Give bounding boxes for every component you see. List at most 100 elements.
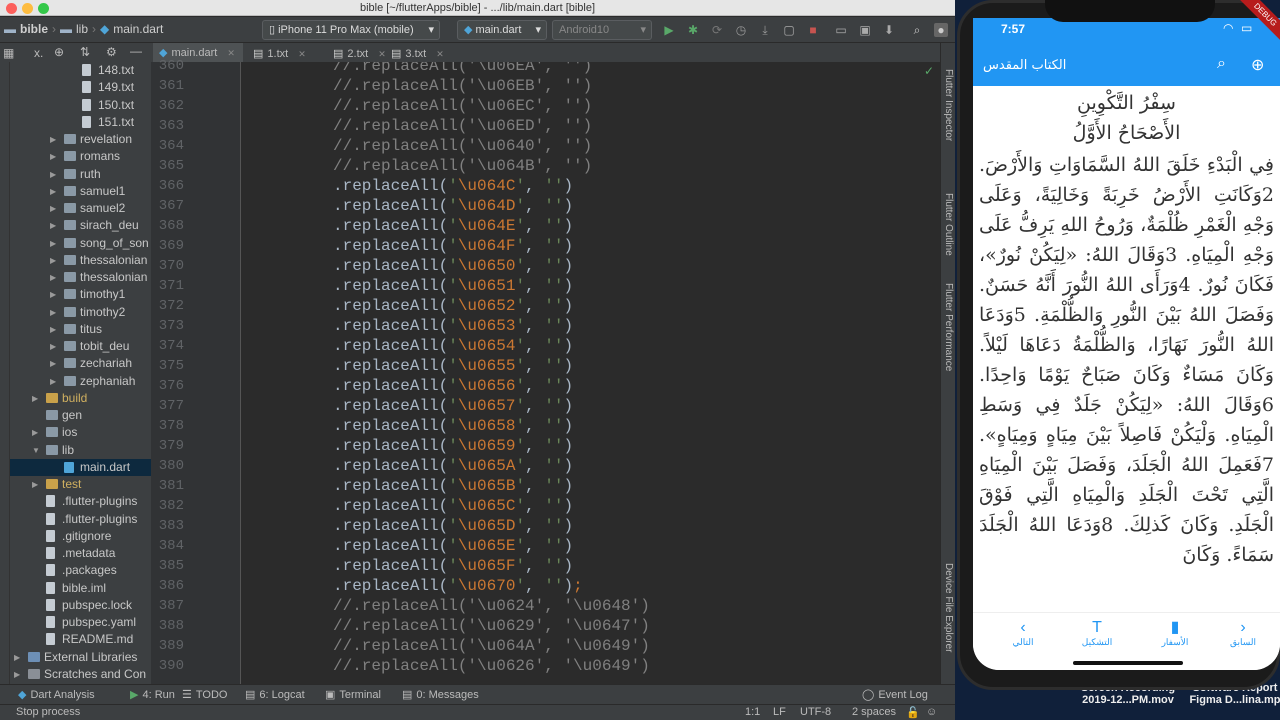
tree-item[interactable]: ▶ samuel2 xyxy=(10,200,151,217)
tree-item[interactable]: bible.iml xyxy=(10,580,151,597)
file-encoding[interactable]: UTF-8 xyxy=(800,706,831,718)
tree-item[interactable]: .packages xyxy=(10,562,151,579)
messages-tab[interactable]: ▤ 0: Messages xyxy=(402,688,479,702)
line-separator[interactable]: LF xyxy=(773,706,786,718)
code-line[interactable]: .replaceAll('\u0656', '') xyxy=(333,376,573,396)
nav-next[interactable]: ‹ التالي xyxy=(993,619,1053,648)
profile-icon[interactable]: ◷ xyxy=(734,23,748,37)
chevron-right-icon[interactable]: ▶ xyxy=(50,321,56,338)
chevron-right-icon[interactable]: ▶ xyxy=(50,338,56,355)
chevron-right-icon[interactable]: ▶ xyxy=(14,649,20,666)
device-file-explorer-tab[interactable]: Device File Explorer xyxy=(943,563,954,652)
tree-item[interactable]: .flutter-plugins xyxy=(10,493,151,510)
search-icon[interactable]: ⌕ xyxy=(1217,55,1226,73)
zoom-in-icon[interactable]: ⊕ xyxy=(1251,55,1264,75)
gear-icon[interactable]: ⚙ xyxy=(106,45,117,59)
chevron-right-icon[interactable]: ▶ xyxy=(32,424,38,441)
breadcrumb-project[interactable]: bible xyxy=(20,22,48,36)
tree-item[interactable]: .gitignore xyxy=(10,528,151,545)
dart-analysis-tab[interactable]: ◆ Dart Analysis xyxy=(18,688,95,702)
scroll-icon[interactable]: ⇅ xyxy=(80,45,90,59)
nav-books[interactable]: ▮ الأسفار xyxy=(1145,619,1205,648)
tree-item[interactable]: ▶ ruth xyxy=(10,166,151,183)
code-line[interactable]: .replaceAll('\u065A', '') xyxy=(333,456,573,476)
chevron-right-icon[interactable]: ▶ xyxy=(50,355,56,372)
minimize-window-button[interactable] xyxy=(22,3,33,14)
tree-item[interactable]: ▶ sirach_deu xyxy=(10,217,151,234)
code-line[interactable]: //.replaceAll('\u0626', '\u0649') xyxy=(333,656,650,676)
chevron-down-icon[interactable]: ▼ xyxy=(32,442,40,459)
flutter-outline-tab[interactable]: Flutter Outline xyxy=(943,193,954,256)
chevron-right-icon[interactable]: ▶ xyxy=(32,476,38,493)
nav-previous[interactable]: › السابق xyxy=(1213,619,1273,648)
lock-icon[interactable]: 🔓 xyxy=(906,706,920,719)
code-line[interactable]: //.replaceAll('\u0624', '\u0648') xyxy=(333,596,650,616)
code-line[interactable]: .replaceAll('\u064E', '') xyxy=(333,216,573,236)
chevron-right-icon[interactable]: ▶ xyxy=(50,131,56,148)
tree-item[interactable]: ▶ thessalonian xyxy=(10,269,151,286)
debug-icon[interactable]: ✱ xyxy=(686,23,700,37)
code-line[interactable]: //.replaceAll('\u06ED', '') xyxy=(333,116,592,136)
code-line[interactable]: //.replaceAll('\u06EA', '') xyxy=(333,62,592,76)
tree-item[interactable]: ▶ samuel1 xyxy=(10,183,151,200)
tree-item[interactable]: 148.txt xyxy=(10,62,151,79)
code-line[interactable]: .replaceAll('\u0658', '') xyxy=(333,416,573,436)
tree-item[interactable]: ▶ song_of_son xyxy=(10,235,151,252)
tree-item[interactable]: ▶ thessalonian xyxy=(10,252,151,269)
chevron-right-icon[interactable]: ▶ xyxy=(32,390,38,407)
close-icon[interactable]: ✕ xyxy=(227,42,235,64)
locate-icon[interactable]: ⊕ xyxy=(54,45,64,59)
avd-manager-icon[interactable]: ▣ xyxy=(858,23,872,37)
tree-item[interactable]: pubspec.lock xyxy=(10,597,151,614)
tree-item[interactable]: ▼ lib xyxy=(10,442,151,459)
tree-item[interactable]: ▶ zephaniah xyxy=(10,373,151,390)
home-indicator[interactable] xyxy=(1073,661,1183,665)
collapse-icon[interactable]: x. xyxy=(34,46,43,60)
tree-item[interactable]: 151.txt xyxy=(10,114,151,131)
code-line[interactable]: //.replaceAll('\u06EB', '') xyxy=(333,76,592,96)
tree-item[interactable]: ▶ romans xyxy=(10,148,151,165)
code-line[interactable]: .replaceAll('\u0655', '') xyxy=(333,356,573,376)
avatar[interactable]: ● xyxy=(934,23,948,37)
chevron-right-icon[interactable]: ▶ xyxy=(50,235,56,252)
chevron-right-icon[interactable]: ▶ xyxy=(50,304,56,321)
breadcrumb-lib[interactable]: lib xyxy=(76,22,88,36)
device-selector[interactable]: ▯ iPhone 11 Pro Max (mobile) ▾ xyxy=(262,20,440,40)
tree-item[interactable]: 150.txt xyxy=(10,97,151,114)
tree-item[interactable]: .flutter-plugins xyxy=(10,511,151,528)
run-config-selector[interactable]: ◆ main.dart ▾ xyxy=(457,20,547,40)
code-line[interactable]: .replaceAll('\u064C', '') xyxy=(333,176,573,196)
attach-icon[interactable]: ⤓ xyxy=(758,23,772,37)
panel-menu-icon[interactable]: ▦ xyxy=(3,46,14,60)
logcat-tab[interactable]: ▤ 6: Logcat xyxy=(245,688,305,702)
stop-icon[interactable]: ■ xyxy=(806,23,820,37)
tree-item[interactable]: ▶ zechariah xyxy=(10,355,151,372)
tree-item[interactable]: .metadata xyxy=(10,545,151,562)
event-log-tab[interactable]: ◯ Event Log xyxy=(862,688,928,702)
tree-item[interactable]: ▶ ios xyxy=(10,424,151,441)
tree-item[interactable]: README.md xyxy=(10,631,151,648)
tree-item[interactable]: 149.txt xyxy=(10,79,151,96)
chevron-right-icon[interactable]: ▶ xyxy=(14,666,20,683)
close-window-button[interactable] xyxy=(6,3,17,14)
chevron-right-icon[interactable]: ▶ xyxy=(50,183,56,200)
todo-tab[interactable]: ☰ TODO xyxy=(182,688,227,702)
tree-item[interactable]: ▶ External Libraries xyxy=(10,649,151,666)
code-editor[interactable]: ✓ //.replaceAll('\u06EA', '') //.replaceA… xyxy=(241,62,940,684)
tree-item[interactable]: ▶ timothy2 xyxy=(10,304,151,321)
code-line[interactable]: .replaceAll('\u065E', '') xyxy=(333,536,573,556)
chevron-right-icon[interactable]: ▶ xyxy=(50,373,56,390)
code-line[interactable]: .replaceAll('\u0653', '') xyxy=(333,316,573,336)
code-line[interactable]: //.replaceAll('\u06EC', '') xyxy=(333,96,592,116)
code-line[interactable]: .replaceAll('\u0651', '') xyxy=(333,276,573,296)
tree-item[interactable]: ▶ test xyxy=(10,476,151,493)
emulator-selector[interactable]: Android10 ▾ xyxy=(552,20,652,40)
code-line[interactable]: .replaceAll('\u0670', ''); xyxy=(333,576,583,596)
tree-item[interactable]: ▶ Scratches and Con xyxy=(10,666,151,683)
code-line[interactable]: .replaceAll('\u0657', '') xyxy=(333,396,573,416)
chevron-right-icon[interactable]: ▶ xyxy=(50,200,56,217)
hot-reload-icon[interactable]: ⟳ xyxy=(710,23,724,37)
code-line[interactable]: //.replaceAll('\u064B', '') xyxy=(333,156,592,176)
tree-item[interactable]: ▶ tobit_deu xyxy=(10,338,151,355)
flutter-performance-tab[interactable]: Flutter Performance xyxy=(943,283,954,371)
